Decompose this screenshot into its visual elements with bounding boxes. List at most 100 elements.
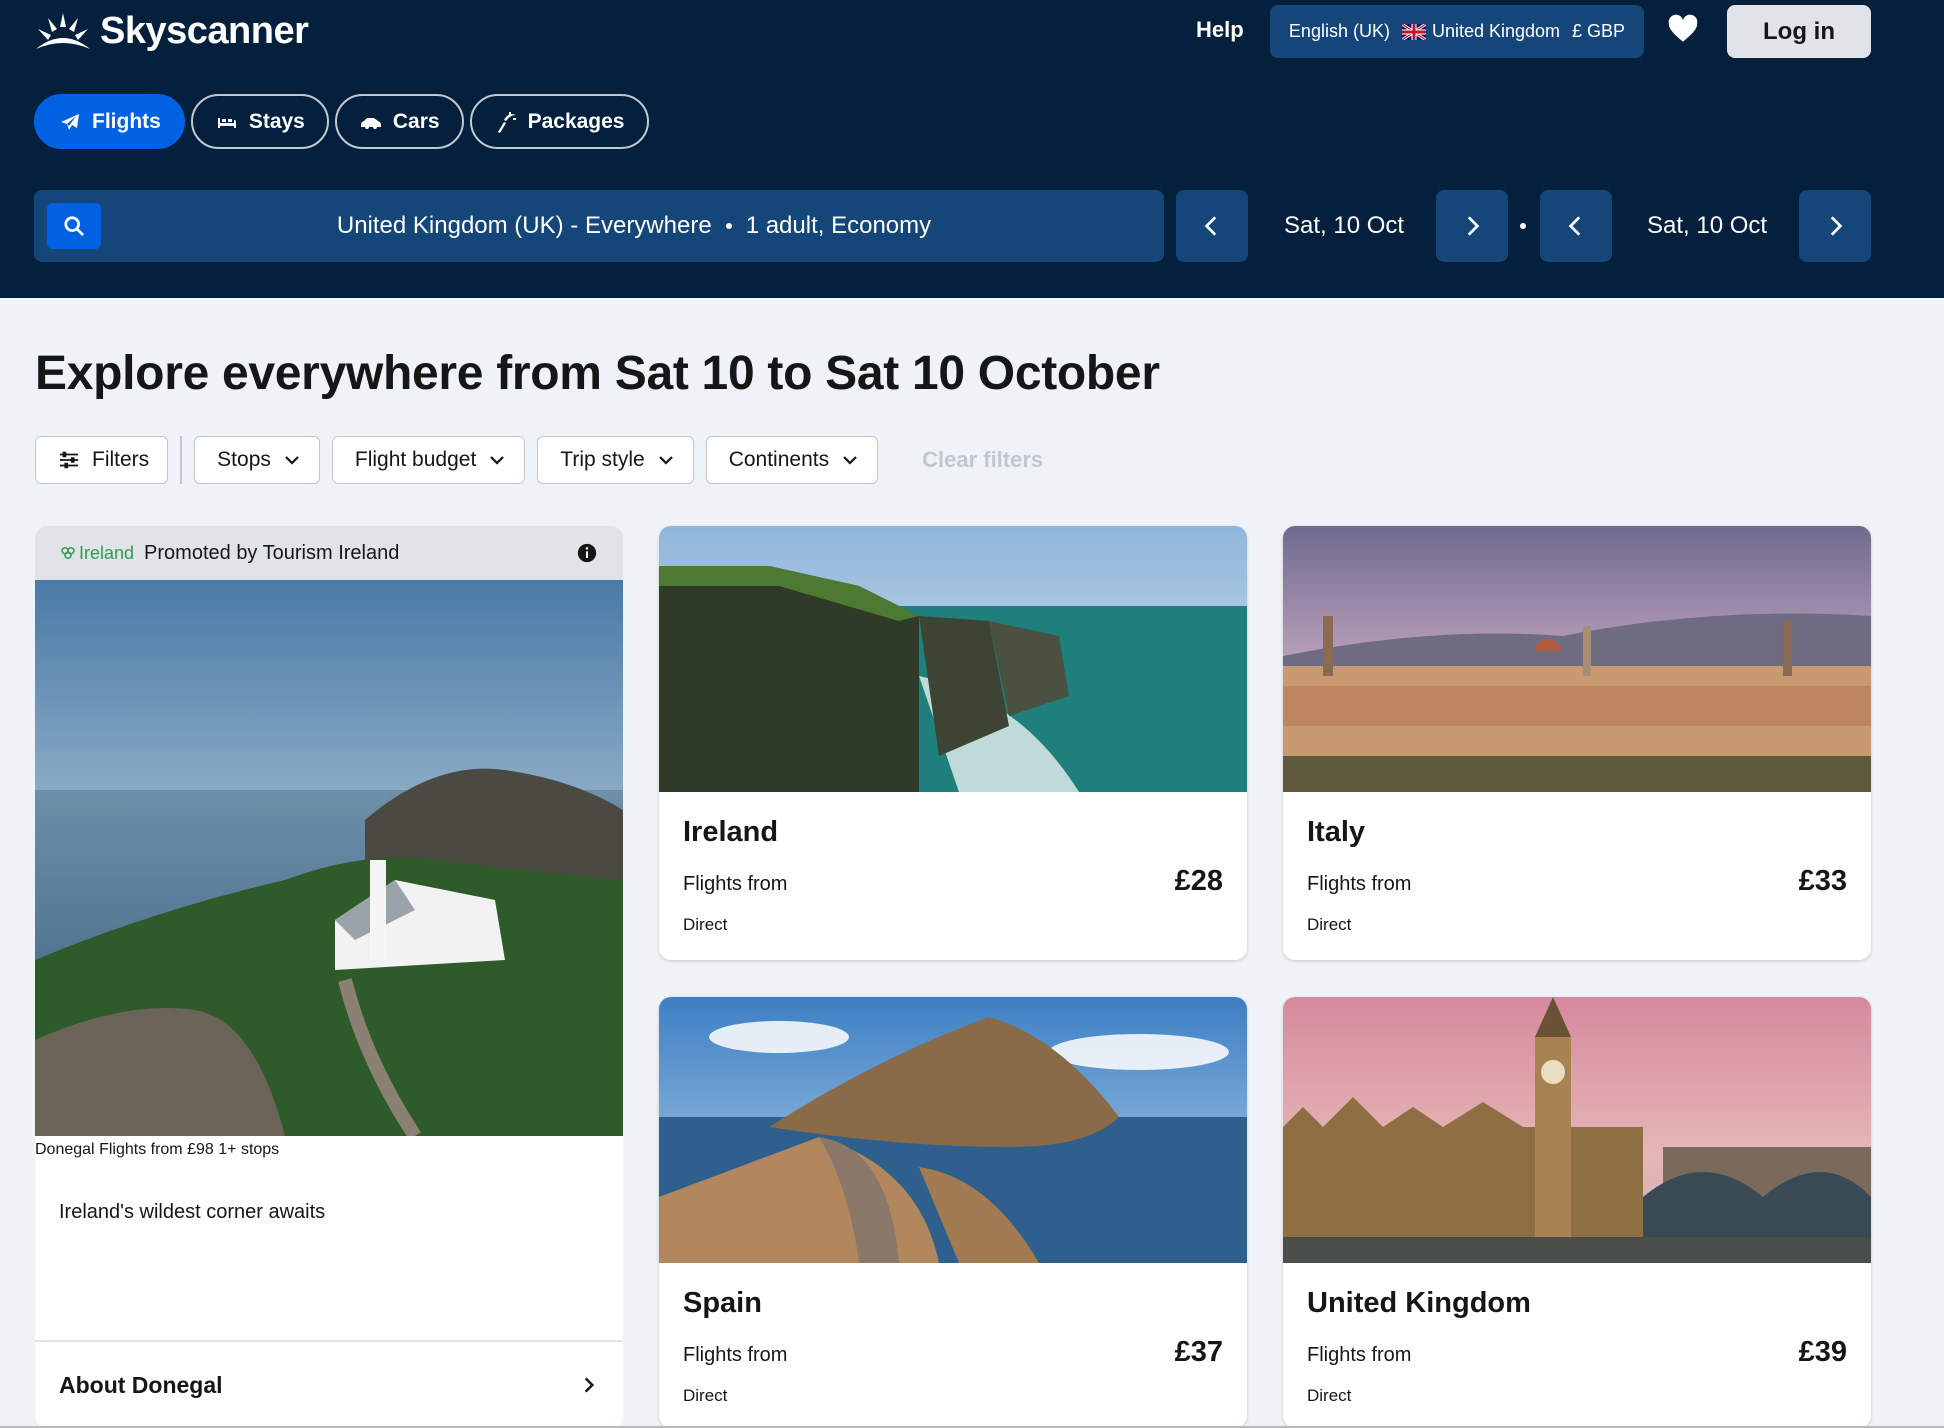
stops-label: Stops — [217, 448, 271, 471]
chevron-right-icon — [1467, 216, 1480, 236]
about-label: About Donegal — [59, 1371, 223, 1398]
chevron-left-icon — [1568, 216, 1581, 236]
flights-from-label: Flights from — [683, 873, 788, 895]
promoted-card[interactable]: Ireland Promoted by Tourism Ireland Done… — [35, 526, 623, 1428]
stops-filter[interactable]: Stops — [194, 436, 320, 484]
tab-flights[interactable]: Flights — [34, 94, 185, 149]
destination-card-ireland[interactable]: Ireland Flights from £28 Direct — [659, 526, 1247, 960]
country-group: United Kingdom — [1401, 21, 1561, 42]
search-route: United Kingdom (UK) - Everywhere — [336, 212, 712, 239]
chevron-left-icon — [1204, 216, 1217, 236]
continents-label: Continents — [728, 448, 830, 471]
locale-selector[interactable]: English (UK) United Kingdom £ GBP — [1270, 5, 1644, 58]
search-button[interactable] — [47, 203, 101, 249]
trip-style-label: Trip style — [560, 448, 645, 471]
donegal-image — [35, 580, 623, 1140]
search-travellers: 1 adult, Economy — [745, 212, 932, 239]
heart-icon[interactable] — [1666, 12, 1700, 46]
currency-label: £ GBP — [1572, 21, 1626, 41]
destination-price: £39 — [1798, 1336, 1847, 1368]
flights-from-label: Flights from — [683, 1344, 788, 1366]
depart-date[interactable]: Sat, 10 Oct — [1284, 190, 1404, 262]
about-donegal-link[interactable]: About Donegal — [35, 1340, 623, 1428]
help-link[interactable]: Help — [1196, 17, 1244, 43]
budget-label: Flight budget — [354, 448, 477, 471]
packages-icon — [497, 111, 516, 133]
tab-stays[interactable]: Stays — [190, 94, 329, 149]
promo-price: £98 — [187, 1141, 214, 1158]
promo-body: Donegal Ireland's wildest corner awaits … — [35, 580, 623, 1428]
header: Skyscanner Help English (UK) United King… — [0, 0, 1944, 298]
depart-prev-button[interactable] — [1176, 190, 1248, 262]
divider — [180, 436, 183, 484]
tab-label: Stays — [248, 109, 305, 133]
tab-label: Cars — [392, 109, 440, 133]
chevron-right-icon — [584, 1377, 595, 1393]
destination-stops: Direct — [1307, 915, 1352, 934]
country-label: United Kingdom — [1431, 21, 1561, 41]
promo-tagline: Ireland's wildest corner awaits — [59, 1201, 326, 1223]
destination-price: £33 — [1798, 865, 1847, 897]
uk-flag-icon — [1401, 23, 1426, 40]
return-prev-button[interactable] — [1540, 190, 1612, 262]
london-westminster-image — [1283, 997, 1871, 1263]
promo-brand: Ireland — [79, 542, 135, 563]
plane-icon — [61, 113, 79, 130]
destination-card-united-kingdom[interactable]: United Kingdom Flights from £39 Direct — [1283, 997, 1871, 1428]
search-icon — [64, 216, 84, 236]
search-text: United Kingdom (UK) - Everywhere 1 adult… — [124, 190, 1144, 262]
continents-filter[interactable]: Continents — [705, 436, 879, 484]
spain-coast-image — [659, 997, 1247, 1263]
page-title: Explore everywhere from Sat 10 to Sat 10… — [35, 347, 1160, 400]
chevron-down-icon — [658, 456, 673, 465]
depart-next-button[interactable] — [1436, 190, 1508, 262]
separator-dot — [725, 223, 732, 229]
destination-price: £28 — [1174, 865, 1223, 897]
promo-stops: 1+ stops — [218, 1141, 280, 1158]
destination-price: £37 — [1174, 1336, 1223, 1368]
promoted-by: Promoted by Tourism Ireland — [144, 541, 400, 564]
search-summary[interactable]: United Kingdom (UK) - Everywhere 1 adult… — [34, 190, 1164, 262]
return-date[interactable]: Sat, 10 Oct — [1647, 190, 1767, 262]
tab-label: Packages — [527, 109, 625, 133]
bed-icon — [217, 117, 236, 128]
flights-from-label: Flights from — [1307, 1344, 1412, 1366]
destination-name: Spain — [683, 1287, 762, 1319]
destination-stops: Direct — [683, 915, 728, 934]
skyscanner-logo[interactable]: Skyscanner — [34, 6, 309, 56]
separator-dot — [1520, 223, 1526, 229]
tab-packages[interactable]: Packages — [469, 94, 649, 149]
destination-name: United Kingdom — [1307, 1287, 1531, 1319]
language-label: English (UK) — [1288, 21, 1390, 41]
italy-florence-image — [1283, 526, 1871, 792]
budget-filter[interactable]: Flight budget — [331, 436, 526, 484]
brand-name: Skyscanner — [100, 9, 309, 52]
promo-header: Ireland Promoted by Tourism Ireland — [35, 526, 623, 580]
promo-name: Donegal — [35, 1141, 95, 1158]
destination-name: Ireland — [683, 816, 779, 848]
destination-card-italy[interactable]: Italy Flights from £33 Direct — [1283, 526, 1871, 960]
clear-filters-button[interactable]: Clear filters — [922, 447, 1043, 473]
flights-from-label: Flights from — [99, 1141, 183, 1158]
login-button[interactable]: Log in — [1727, 5, 1871, 58]
destination-card-spain[interactable]: Spain Flights from £37 Direct — [659, 997, 1247, 1428]
sunrise-logo-icon — [36, 13, 90, 49]
chevron-down-icon — [490, 456, 505, 465]
info-icon[interactable] — [577, 543, 597, 563]
tab-cars[interactable]: Cars — [334, 94, 464, 149]
destination-name: Italy — [1307, 816, 1366, 848]
trip-style-filter[interactable]: Trip style — [537, 436, 694, 484]
return-next-button[interactable] — [1799, 190, 1871, 262]
sliders-icon — [59, 451, 79, 469]
filters-label: Filters — [92, 448, 150, 471]
ireland-cliffs-image — [659, 526, 1247, 792]
tab-label: Flights — [92, 109, 161, 133]
chevron-right-icon — [1830, 216, 1843, 236]
tourism-ireland-logo: Ireland — [59, 543, 134, 564]
destination-stops: Direct — [1307, 1386, 1352, 1405]
flights-from-label: Flights from — [1307, 873, 1412, 895]
car-icon — [360, 117, 381, 129]
chevron-down-icon — [843, 456, 857, 465]
chevron-down-icon — [285, 456, 299, 465]
filters-button[interactable]: Filters — [35, 436, 169, 484]
